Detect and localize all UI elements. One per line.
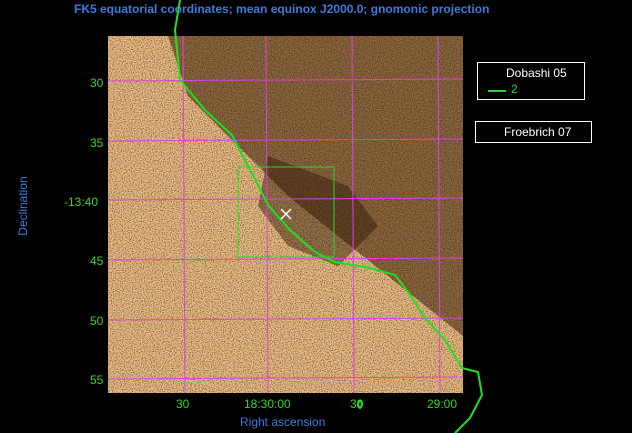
y-tick-35: 35 (90, 136, 104, 150)
legend-dobashi-series: 2 (511, 82, 518, 96)
legend-dobashi[interactable]: Dobashi 05 2 (477, 62, 585, 100)
x-tick-30b: 30 (350, 397, 364, 411)
y-tick-45: 45 (90, 254, 104, 268)
legend-froebrich[interactable]: Froebrich 07 (475, 121, 592, 143)
y-tick-13-40: -13:40 (64, 195, 99, 209)
y-axis-label: Declination (16, 176, 30, 236)
y-tick-30: 30 (90, 76, 104, 90)
legend-dobashi-swatch (488, 90, 506, 92)
x-tick-30a: 30 (176, 397, 190, 411)
sky-image-svg (108, 36, 463, 393)
x-tick-18-30-00: 18:30:00 (244, 397, 291, 411)
x-tick-29-00: 29:00 (427, 397, 458, 411)
projection-title: FK5 equatorial coordinates; mean equinox… (74, 2, 490, 16)
legend-dobashi-name: Dobashi 05 (506, 66, 567, 80)
y-tick-50: 50 (90, 314, 104, 328)
legend-froebrich-name: Froebrich 07 (504, 125, 572, 139)
x-axis-label: Right ascension (240, 415, 326, 429)
sky-image[interactable] (108, 36, 463, 393)
y-tick-55: 55 (90, 373, 104, 387)
